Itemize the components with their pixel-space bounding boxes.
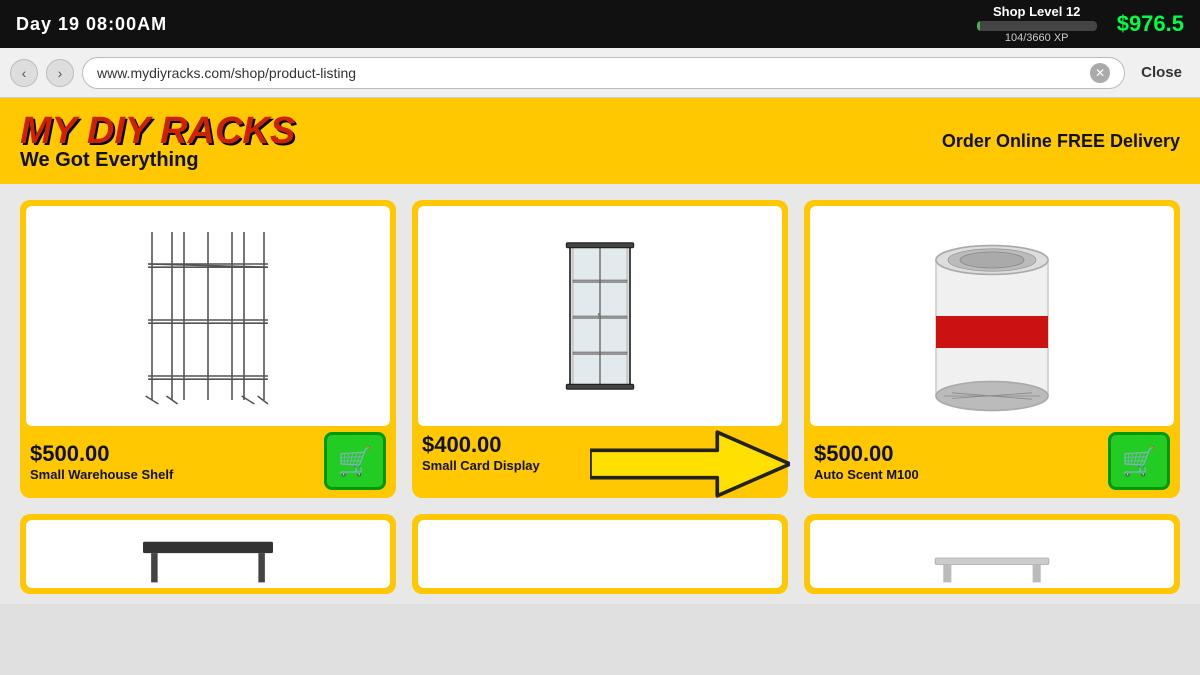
product-image-scent	[810, 206, 1174, 426]
top-bar-right: Shop Level 12 104/3660 XP $976.5	[977, 4, 1184, 44]
shop-name: MY DIY RACKS	[20, 110, 295, 153]
bottom-product-1[interactable]	[20, 514, 396, 594]
product-price-block-display: $400.00 Small Card Display	[422, 432, 540, 473]
product-image-shelf	[26, 206, 390, 426]
page-container: Day 19 08:00AM Shop Level 12 104/3660 XP…	[0, 0, 1200, 604]
bottom-product-2-img	[418, 520, 782, 588]
xp-label: 104/3660 XP	[1005, 32, 1069, 44]
product-image-display	[418, 206, 782, 426]
shop-header: MY DIY RACKS We Got Everything Order Onl…	[0, 98, 1200, 184]
product-card-scent[interactable]: $500.00 Auto Scent M100 🛒	[804, 200, 1180, 498]
product-price-scent: $500.00	[814, 441, 919, 467]
product-footer-shelf: $500.00 Small Warehouse Shelf 🛒	[26, 426, 390, 492]
bottom-product-1-img	[26, 520, 390, 588]
product-name-display: Small Card Display	[422, 458, 540, 473]
shop-brand: MY DIY RACKS We Got Everything	[20, 110, 295, 172]
url-clear-button[interactable]: ✕	[1090, 63, 1110, 83]
cart-icon-shelf: 🛒	[338, 445, 373, 478]
url-text: www.mydiyracks.com/shop/product-listing	[97, 65, 1090, 81]
product-name-scent: Auto Scent M100	[814, 467, 919, 482]
display-icon	[540, 211, 660, 421]
add-to-cart-scent[interactable]: 🛒	[1108, 432, 1170, 490]
xp-bar-fill	[977, 21, 980, 31]
scent-icon	[912, 216, 1072, 416]
product-grid: $500.00 Small Warehouse Shelf 🛒	[0, 184, 1200, 514]
back-button[interactable]: ‹	[10, 59, 38, 87]
cart-icon-scent: 🛒	[1122, 445, 1157, 478]
bottom-shelf-icon	[143, 528, 273, 588]
product-footer-scent: $500.00 Auto Scent M100 🛒	[810, 426, 1174, 492]
forward-button[interactable]: ›	[46, 59, 74, 87]
product-card-display[interactable]: $400.00 Small Card Display	[412, 200, 788, 498]
cash-display: $976.5	[1117, 11, 1184, 37]
shop-slogan: We Got Everything	[20, 149, 295, 172]
product-price-block-scent: $500.00 Auto Scent M100	[814, 441, 919, 482]
shop-promo: Order Online FREE Delivery	[942, 131, 1180, 152]
bottom-product-3-img	[810, 520, 1174, 588]
add-to-cart-shelf[interactable]: 🛒	[324, 432, 386, 490]
product-price-shelf: $500.00	[30, 441, 173, 467]
close-button[interactable]: Close	[1133, 64, 1190, 81]
xp-bar-container	[977, 21, 1097, 31]
bottom-product-2[interactable]	[412, 514, 788, 594]
product-price-block-shelf: $500.00 Small Warehouse Shelf	[30, 441, 173, 482]
shop-level-text: Shop Level 12	[993, 4, 1080, 19]
bottom-product-3[interactable]	[804, 514, 1180, 594]
top-bar: Day 19 08:00AM Shop Level 12 104/3660 XP…	[0, 0, 1200, 48]
product-footer-display: $400.00 Small Card Display	[418, 426, 782, 475]
shelf-icon	[128, 216, 288, 416]
day-time-display: Day 19 08:00AM	[16, 14, 167, 35]
bottom-flat-icon	[927, 528, 1057, 588]
product-card-shelf[interactable]: $500.00 Small Warehouse Shelf 🛒	[20, 200, 396, 498]
browser-bar: ‹ › www.mydiyracks.com/shop/product-list…	[0, 48, 1200, 98]
shop-level-block: Shop Level 12 104/3660 XP	[977, 4, 1097, 44]
product-price-display: $400.00	[422, 432, 540, 458]
bottom-grid	[0, 514, 1200, 604]
product-name-shelf: Small Warehouse Shelf	[30, 467, 173, 482]
url-bar: www.mydiyracks.com/shop/product-listing …	[82, 57, 1125, 89]
